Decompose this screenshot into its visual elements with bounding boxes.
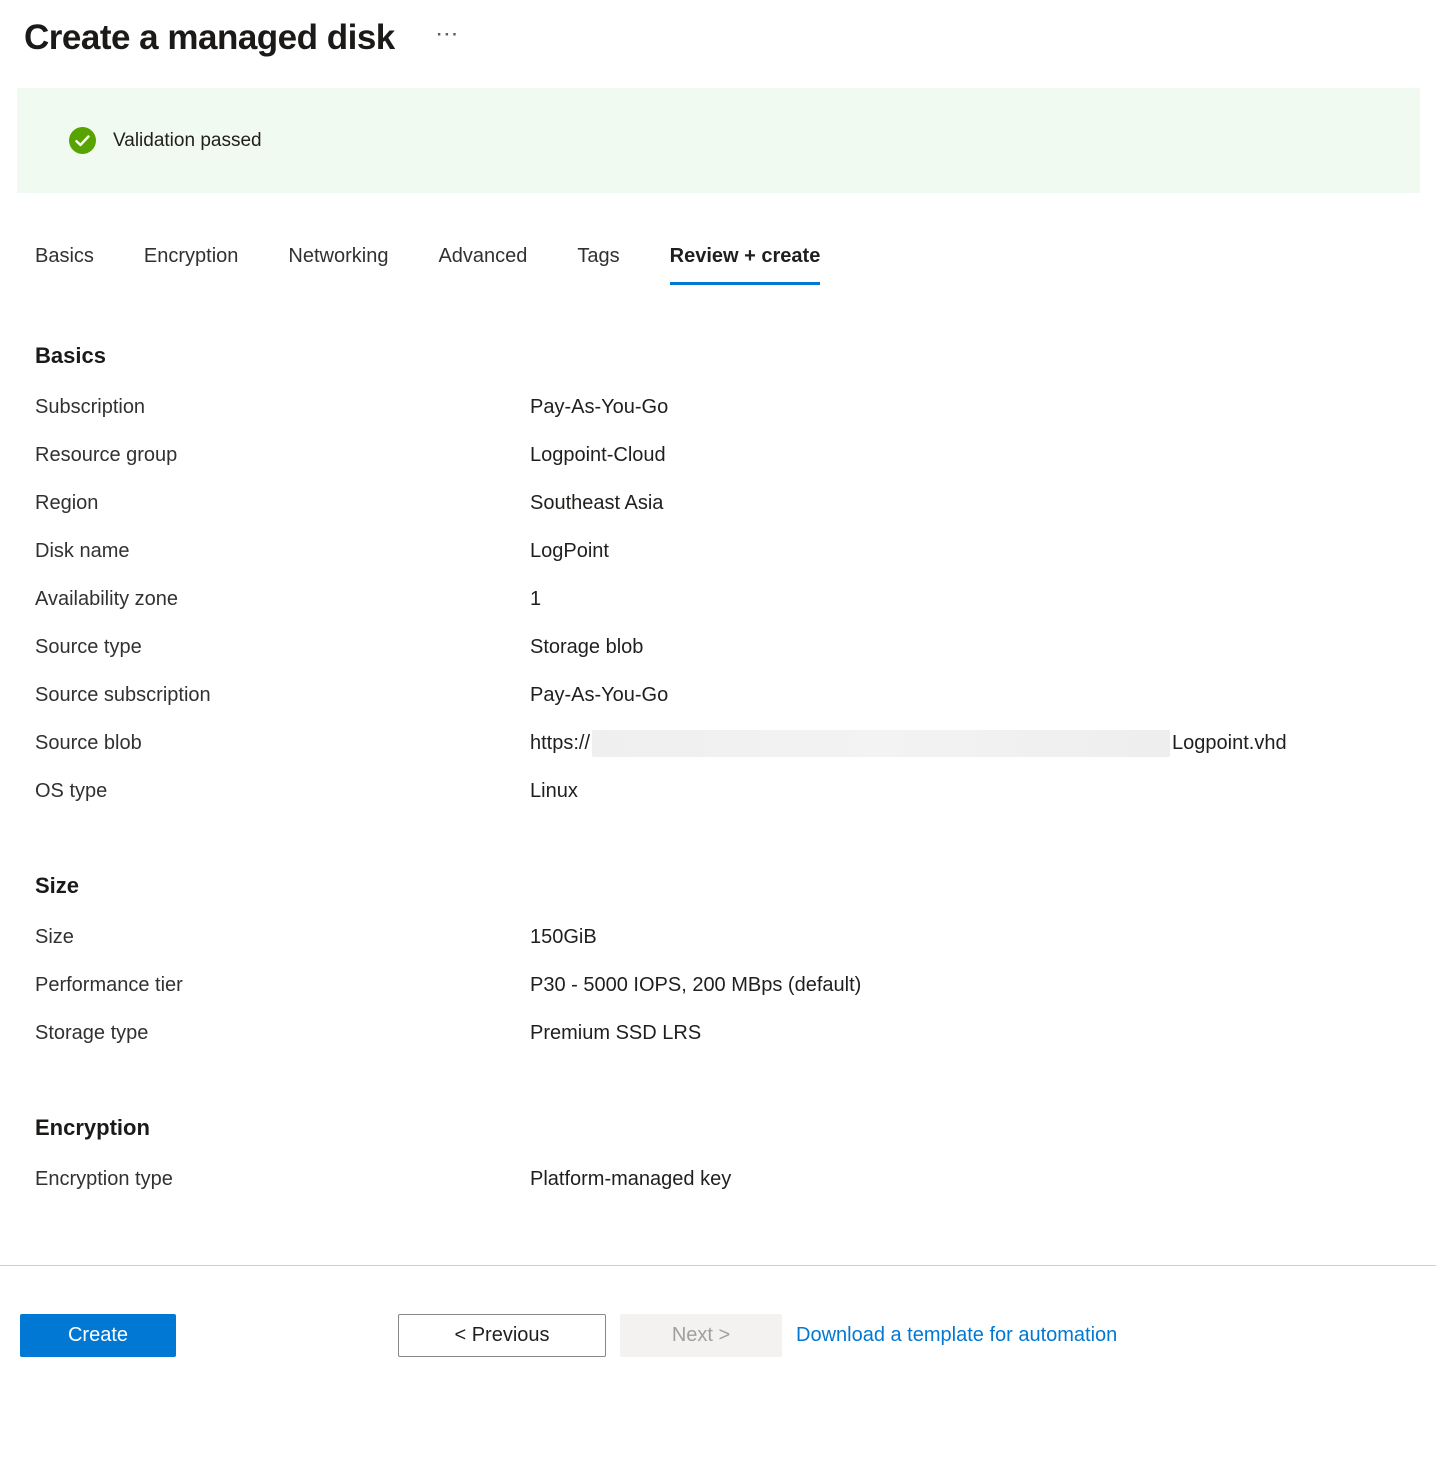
section-title: Encryption [35,1115,1436,1141]
redacted-url-bar [592,730,1170,757]
field-label: Encryption type [35,1168,530,1191]
create-managed-disk-page: Create a managed disk ··· Validation pas… [0,0,1436,1377]
field-value: Premium SSD LRS [530,1022,701,1045]
validation-banner: Validation passed [17,88,1420,193]
source-blob-prefix: https:// [530,732,590,755]
section-size: Size Size 150GiB Performance tier P30 - … [35,873,1436,1057]
field-row: Performance tier P30 - 5000 IOPS, 200 MB… [35,961,1436,1009]
field-label: Disk name [35,540,530,563]
next-button: Next > [620,1314,782,1357]
field-row: Size 150GiB [35,913,1436,961]
tab-bar: Basics Encryption Networking Advanced Ta… [35,245,1436,285]
field-label: Source subscription [35,684,530,707]
field-value: P30 - 5000 IOPS, 200 MBps (default) [530,974,861,997]
section-encryption: Encryption Encryption type Platform-mana… [35,1115,1436,1203]
field-label: Storage type [35,1022,530,1045]
more-options-icon[interactable]: ··· [437,26,460,43]
field-value: Linux [530,780,578,803]
field-value: Southeast Asia [530,492,663,515]
field-value: Logpoint-Cloud [530,444,666,467]
create-button[interactable]: Create [20,1314,176,1357]
field-label: Subscription [35,396,530,419]
section-title: Size [35,873,1436,899]
footer-action-bar: Create < Previous Next > Download a temp… [0,1266,1436,1377]
field-value: Pay-As-You-Go [530,396,668,419]
tab-advanced[interactable]: Advanced [438,245,527,285]
validation-message: Validation passed [113,130,262,152]
field-row: Storage type Premium SSD LRS [35,1009,1436,1057]
tab-review-create[interactable]: Review + create [670,245,821,285]
tab-networking[interactable]: Networking [288,245,388,285]
field-value: 150GiB [530,926,597,949]
field-row-source-blob: Source blob https:// Logpoint.vhd [35,719,1436,767]
section-title: Basics [35,343,1436,369]
tab-encryption[interactable]: Encryption [144,245,239,285]
field-value: 1 [530,588,541,611]
download-template-link[interactable]: Download a template for automation [796,1324,1117,1347]
section-basics: Basics Subscription Pay-As-You-Go Resour… [35,343,1436,815]
field-row: Source type Storage blob [35,623,1436,671]
field-label: Source blob [35,732,530,755]
field-label: Availability zone [35,588,530,611]
field-label: Source type [35,636,530,659]
previous-button[interactable]: < Previous [398,1314,606,1357]
tab-tags[interactable]: Tags [577,245,619,285]
field-label: Region [35,492,530,515]
tab-basics[interactable]: Basics [35,245,94,285]
page-header: Create a managed disk ··· [0,18,1436,58]
field-label: Performance tier [35,974,530,997]
field-value: Platform-managed key [530,1168,731,1191]
field-label: OS type [35,780,530,803]
field-label: Size [35,926,530,949]
source-blob-suffix: Logpoint.vhd [1172,732,1287,755]
field-row: Region Southeast Asia [35,479,1436,527]
field-row: Source subscription Pay-As-You-Go [35,671,1436,719]
review-content: Basics Subscription Pay-As-You-Go Resour… [0,343,1436,1203]
field-row: Subscription Pay-As-You-Go [35,383,1436,431]
field-value: Pay-As-You-Go [530,684,668,707]
field-value: Storage blob [530,636,643,659]
field-row: Encryption type Platform-managed key [35,1155,1436,1203]
field-value: LogPoint [530,540,609,563]
field-value-source-blob: https:// Logpoint.vhd [530,730,1287,757]
field-row: Availability zone 1 [35,575,1436,623]
field-row: OS type Linux [35,767,1436,815]
field-row: Resource group Logpoint-Cloud [35,431,1436,479]
field-label: Resource group [35,444,530,467]
check-circle-icon [69,127,96,154]
field-row: Disk name LogPoint [35,527,1436,575]
page-title: Create a managed disk [24,18,395,58]
